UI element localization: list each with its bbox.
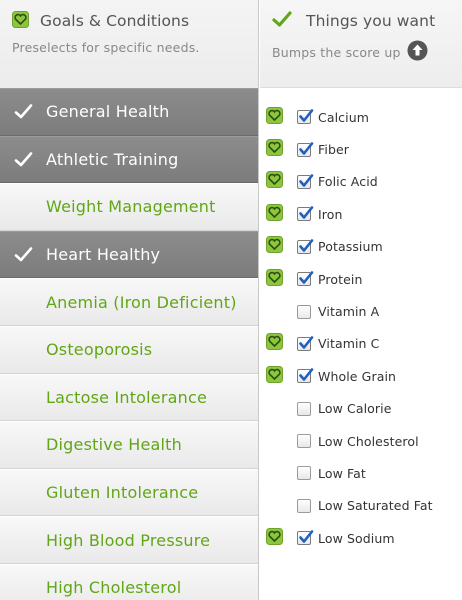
goal-item[interactable]: Athletic Training [0,135,258,184]
want-label: Fiber [318,142,350,158]
goal-label: Lactose Intolerance [46,387,208,407]
checkmark-icon [0,484,46,501]
goal-item[interactable]: High Cholesterol [0,563,258,600]
want-item[interactable]: Low Calorie [260,393,462,425]
heart-badge-icon [266,333,283,354]
checkmark-icon [0,151,46,168]
up-arrow-circle-icon [407,40,428,65]
want-label: Low Saturated Fat [318,498,433,514]
want-label: Iron [318,206,343,222]
checkmark-icon [0,103,46,120]
want-checkbox[interactable] [297,304,311,319]
checkmark-icon [0,532,46,549]
goal-item[interactable]: Lactose Intolerance [0,373,258,422]
checkmark-icon [0,246,46,263]
want-checkbox[interactable] [297,336,314,351]
want-checkbox[interactable] [297,109,314,125]
heart-badge-icon [266,106,283,128]
heart-badge-icon [266,268,283,290]
want-label: Low Calorie [318,401,392,417]
checkmark-icon [0,294,46,311]
want-label: Calcium [318,109,370,125]
want-checkbox[interactable] [297,466,311,481]
want-item[interactable]: Low Saturated Fat [260,490,462,522]
goal-item[interactable]: Osteoporosis [0,325,258,374]
want-item[interactable]: Low Cholesterol [260,425,462,457]
heart-badge-icon [266,171,283,192]
want-item[interactable]: Folic Acid [260,166,462,198]
want-label: Whole Grain [318,368,397,384]
goal-label: High Cholesterol [46,578,182,598]
heart-badge-icon [266,139,283,160]
want-checkbox[interactable] [297,368,314,384]
checkmark-icon [0,198,46,215]
goal-item[interactable]: Digestive Health [0,421,258,469]
goal-label: Athletic Training [46,149,179,169]
want-label: Protein [318,271,363,287]
want-item[interactable]: Calcium [260,101,462,133]
want-checkbox[interactable] [297,498,311,513]
want-label: Low Cholesterol [318,433,419,449]
heart-badge-icon [266,236,283,257]
goals-title: Goals & Conditions [40,12,190,30]
checkmark-icon [0,436,46,453]
want-checkbox[interactable] [297,401,311,416]
heart-badge-icon [266,527,283,549]
want-item[interactable]: Iron [260,198,462,230]
goal-item[interactable]: High Blood Pressure [0,516,258,564]
goals-header: Goals & Conditions Preselects for specif… [0,0,258,88]
want-item[interactable]: Low Fat [260,457,462,489]
want-item[interactable]: Fiber [260,133,462,165]
heart-badge-icon [266,365,283,387]
goals-panel: Goals & Conditions Preselects for specif… [0,0,259,600]
want-checkbox[interactable] [297,238,314,254]
want-checkbox[interactable] [297,174,314,189]
goal-item[interactable]: General Health [0,88,258,136]
want-item[interactable]: Whole Grain [260,360,462,392]
want-checkbox[interactable] [297,434,311,449]
wants-header: Things you want Bumps the score up [260,0,462,88]
want-label: Vitamin C [318,336,380,352]
goal-item[interactable]: Weight Management [0,183,258,231]
wants-list: Calcium Fiber Folic Acid Iron Potassium Prote… [260,88,462,554]
want-label: Low Sodium [318,530,395,546]
heart-badge-icon [266,203,283,225]
goal-label: Digestive Health [46,435,182,455]
goal-label: Anemia (Iron Deficient) [46,292,237,312]
want-item[interactable]: Vitamin A [260,295,462,327]
goals-list: General Health Athletic Training Weight Ma… [0,88,258,600]
goal-label: Heart Healthy [46,245,161,265]
want-item[interactable]: Low Sodium [260,522,462,554]
goal-item[interactable]: Heart Healthy [0,230,258,279]
checkmark-icon [0,579,46,596]
goal-label: Weight Management [46,197,216,217]
wants-title: Things you want [306,12,436,30]
want-checkbox[interactable] [297,206,314,222]
goals-subtitle: Preselects for specific needs. [12,40,200,55]
want-label: Potassium [318,239,383,255]
want-label: Vitamin A [318,304,380,320]
wants-panel: Things you want Bumps the score up Calci… [260,0,462,600]
goal-label: Gluten Intolerance [46,483,199,503]
wants-subtitle: Bumps the score up [272,45,401,60]
want-checkbox[interactable] [297,530,314,546]
want-checkbox[interactable] [297,271,314,287]
goal-label: High Blood Pressure [46,530,211,550]
goal-item[interactable]: Anemia (Iron Deficient) [0,278,258,326]
checkmark-icon [0,341,46,358]
want-checkbox[interactable] [297,141,314,157]
want-item[interactable]: Potassium [260,231,462,263]
goal-item[interactable]: Gluten Intolerance [0,468,258,517]
want-item[interactable]: Vitamin C [260,328,462,360]
checkmark-icon [272,10,292,32]
want-item[interactable]: Protein [260,263,462,295]
want-label: Folic Acid [318,174,378,190]
goal-label: Osteoporosis [46,340,153,360]
want-label: Low Fat [318,465,366,481]
checkmark-icon [0,389,46,406]
goal-label: General Health [46,102,170,122]
heart-badge-icon [12,10,29,32]
